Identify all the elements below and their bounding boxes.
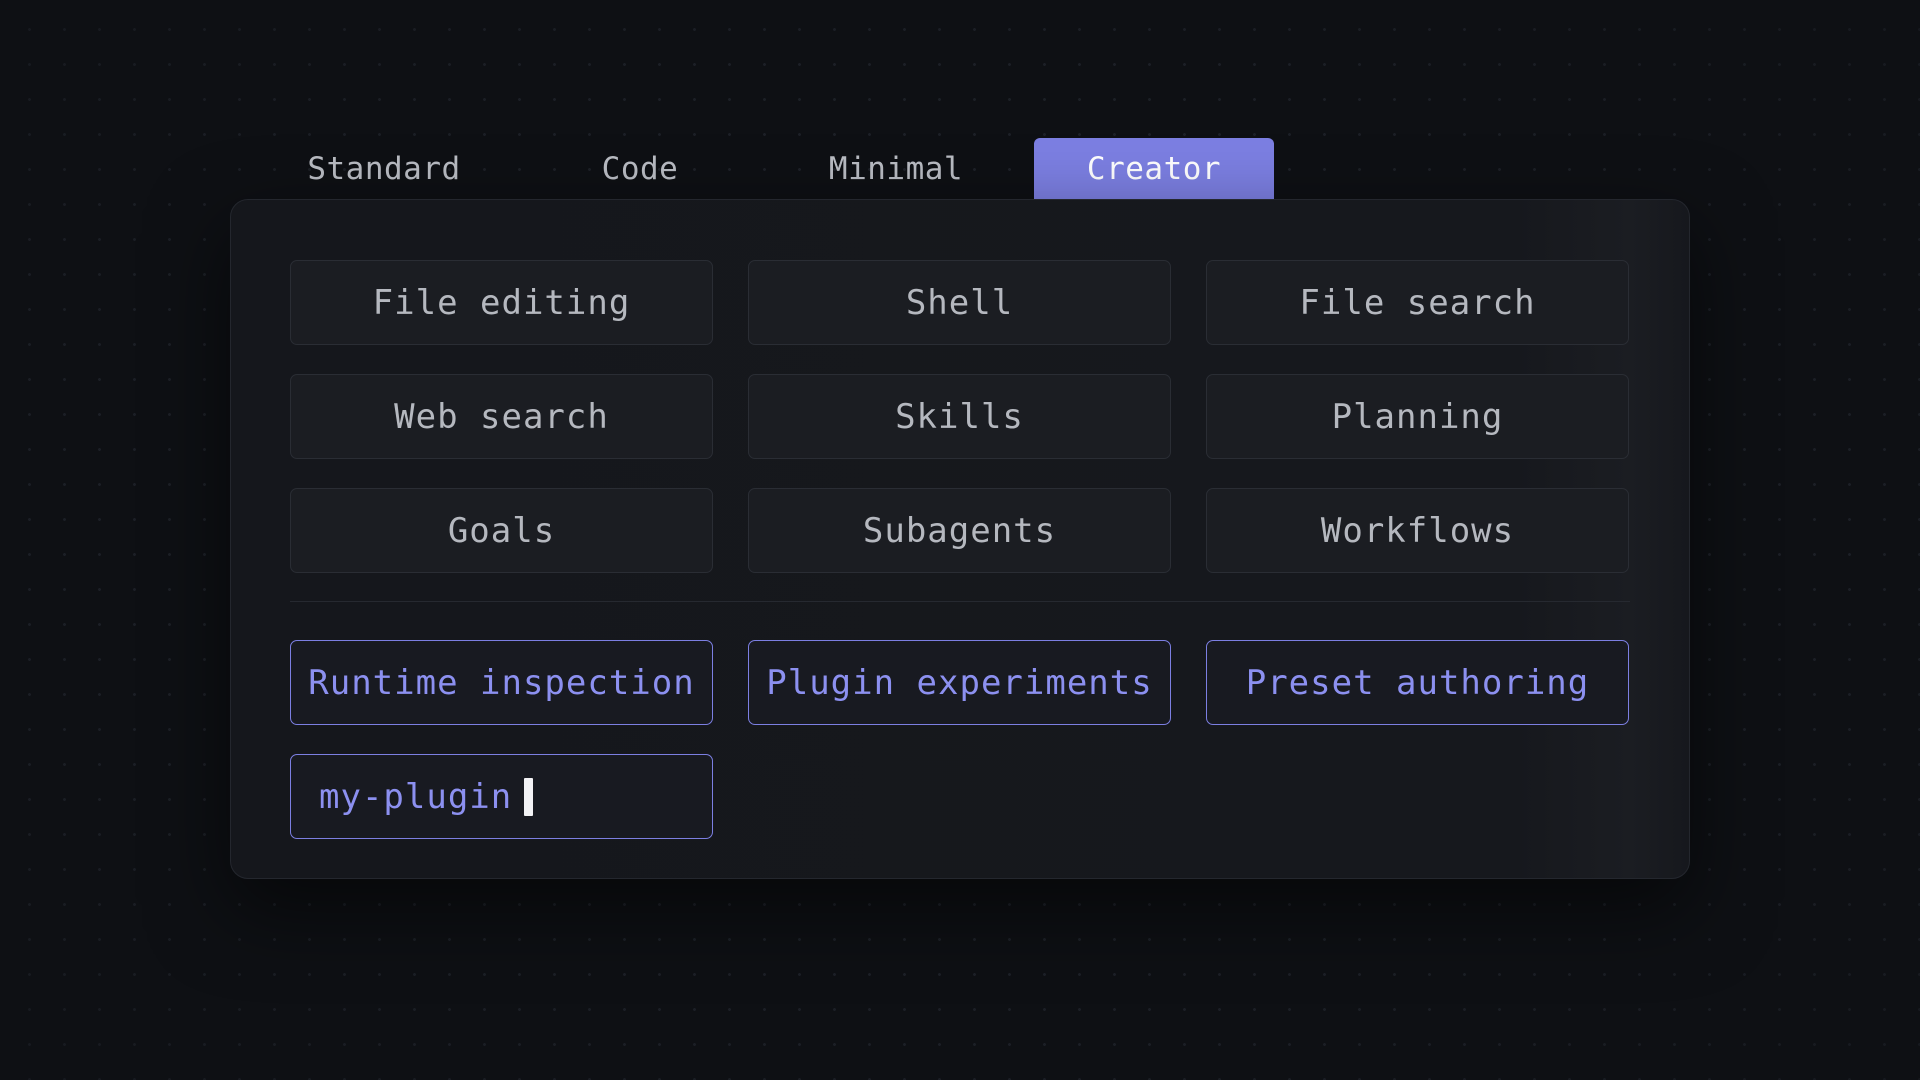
text-cursor	[524, 777, 534, 816]
creator-tool-grid: Runtime inspection Plugin experiments Pr…	[290, 640, 1629, 839]
tool-file-search[interactable]: File search	[1206, 260, 1629, 345]
tool-subagents[interactable]: Subagents	[748, 488, 1171, 573]
section-divider	[290, 601, 1630, 602]
tab-minimal[interactable]: Minimal	[768, 138, 1024, 199]
tool-planning[interactable]: Planning	[1206, 374, 1629, 459]
tools-panel: File editing Shell File search Web searc…	[230, 199, 1690, 879]
tab-standard[interactable]: Standard	[256, 138, 512, 199]
plugin-name-input[interactable]: my-plugin	[290, 754, 713, 839]
tool-web-search[interactable]: Web search	[290, 374, 713, 459]
tab-creator[interactable]: Creator	[1034, 138, 1274, 199]
tool-goals[interactable]: Goals	[290, 488, 713, 573]
tool-workflows[interactable]: Workflows	[1206, 488, 1629, 573]
tool-preset-authoring[interactable]: Preset authoring	[1206, 640, 1629, 725]
preset-tabs: Standard Code Minimal Creator	[256, 138, 1274, 199]
tool-skills[interactable]: Skills	[748, 374, 1171, 459]
tool-grid: File editing Shell File search Web searc…	[290, 260, 1629, 573]
tab-code[interactable]: Code	[512, 138, 768, 199]
tool-runtime-inspection[interactable]: Runtime inspection	[290, 640, 713, 725]
tool-plugin-experiments[interactable]: Plugin experiments	[748, 640, 1171, 725]
tool-shell[interactable]: Shell	[748, 260, 1171, 345]
tool-file-editing[interactable]: File editing	[290, 260, 713, 345]
plugin-name-value: my-plugin	[319, 776, 513, 817]
